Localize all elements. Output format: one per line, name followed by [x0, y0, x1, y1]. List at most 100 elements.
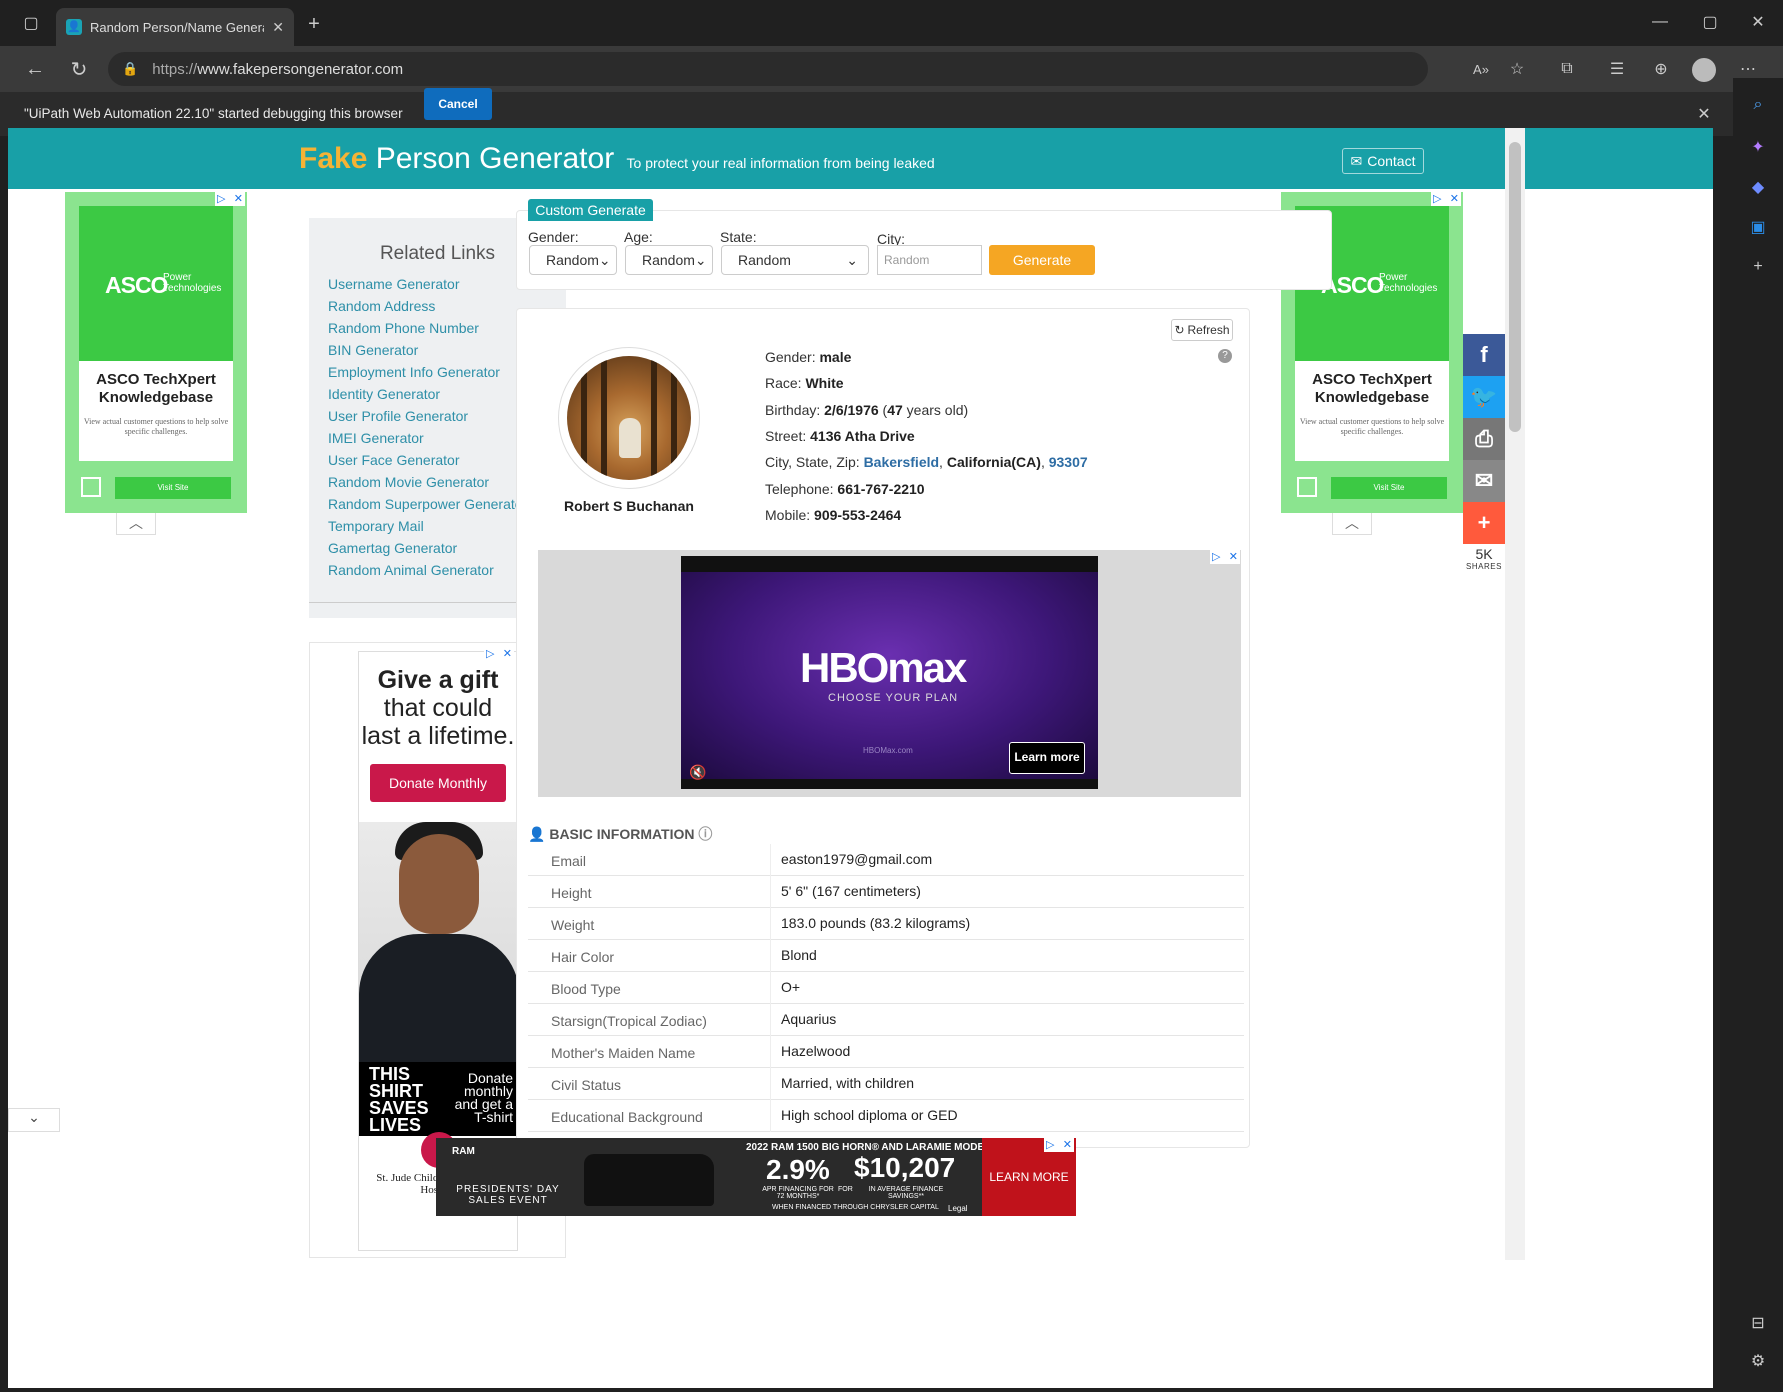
state-select[interactable]: Random ⌄ [721, 245, 869, 275]
tab-actions-icon[interactable]: ▢ [20, 12, 42, 34]
cancel-button[interactable]: Cancel [424, 88, 492, 120]
search-icon[interactable]: ⌕ [1745, 92, 1771, 118]
add-favorite-icon[interactable]: ☆ [1504, 56, 1530, 82]
info-value: O+ [781, 979, 801, 995]
gender-select[interactable]: Random ⌄ [529, 245, 617, 275]
ram-rate: 2.9% [766, 1154, 830, 1185]
gender-value: male [819, 349, 852, 365]
site-logo[interactable]: Fake Person Generator To protect your re… [299, 142, 935, 176]
edge-sidebar: ⌕ ✦ ◆ ▣ + ⊟ ⚙ [1733, 78, 1783, 1392]
outlook-icon[interactable]: ▣ [1745, 214, 1771, 240]
age-label: Age: [624, 229, 653, 245]
age-value: Random [642, 252, 695, 268]
donate-monthly-button[interactable]: Donate Monthly [370, 764, 506, 802]
asco-title: ASCO TechXpert Knowledgebase [1312, 371, 1432, 406]
refresh-label: Refresh [1187, 323, 1230, 337]
asco-ad-left[interactable]: ASCO Power Technologies ASCO TechXpert Kn… [65, 192, 247, 513]
refresh-button[interactable]: ↻ Refresh [1171, 319, 1233, 341]
browser-window: ▢ 👤 Random Person/Name Generator ✕ + — ▢… [0, 0, 1783, 1392]
info-key: Mother's Maiden Name [551, 1045, 696, 1061]
info-value: 183.0 pounds (83.2 kilograms) [781, 915, 971, 931]
generate-button[interactable]: Generate [989, 245, 1095, 275]
back-icon[interactable]: ← [22, 56, 48, 82]
adchoices-icon[interactable]: ▷ ✕ [1431, 192, 1461, 206]
info-row: Height 5' 6" (167 centimeters) [528, 876, 1244, 908]
adchoices-icon[interactable]: ▷ ✕ [1044, 1138, 1074, 1152]
settings-gear-icon[interactable]: ⚙ [1745, 1348, 1771, 1374]
info-row: Civil Status Married, with children [528, 1068, 1244, 1100]
info-key: Hair Color [551, 949, 615, 965]
info-value: easton1979@gmail.com [781, 851, 933, 867]
hbomax-video-ad[interactable]: HBOmax CHOOSE YOUR PLAN HBOMax.com Learn… [681, 556, 1098, 789]
chevron-down-icon: ⌄ [846, 251, 858, 268]
shopping-icon[interactable]: ◆ [1745, 174, 1771, 200]
minimize-icon[interactable]: — [1648, 10, 1672, 34]
learn-more-button[interactable]: Learn more [1009, 742, 1085, 774]
new-tab-icon[interactable]: + [302, 12, 326, 36]
muted-speaker-icon[interactable]: 🔇 [689, 764, 706, 781]
street-value: 4136 Atha Drive [810, 428, 915, 444]
ram-footnote: WHEN FINANCED THROUGH CHRYSLER CAPITAL [772, 1204, 939, 1211]
ram-ad[interactable]: RAM PRESIDENTS' DAY SALES EVENT 2022 RAM… [436, 1138, 1076, 1216]
info-key: Starsign(Tropical Zodiac) [551, 1013, 707, 1029]
email-share-icon[interactable]: ✉ [1463, 460, 1505, 502]
facebook-share-icon[interactable]: f [1463, 334, 1505, 376]
collections-icon[interactable]: ⊕ [1648, 56, 1674, 82]
custom-generate-tab[interactable]: Custom Generate [528, 199, 653, 221]
profile-avatar-icon[interactable] [1692, 58, 1716, 82]
collapse-bottom-ad-icon[interactable]: ⌄ [8, 1108, 60, 1132]
help-icon[interactable]: ⓘ [698, 826, 712, 842]
ram-legal-link[interactable]: Legal [948, 1204, 968, 1213]
ram-savings-sub: IN AVERAGE FINANCE SAVINGS** [868, 1186, 944, 1200]
add-sidebar-icon[interactable]: + [1745, 254, 1771, 280]
close-tab-icon[interactable]: ✕ [272, 19, 284, 36]
print-share-icon[interactable]: ⎙ [1463, 418, 1505, 460]
copilot-icon[interactable]: ✦ [1745, 134, 1771, 160]
city-link[interactable]: Bakersfield [864, 454, 939, 470]
page-scrollbar-thumb[interactable] [1509, 142, 1521, 432]
logo-fake: Fake [299, 142, 368, 175]
twitter-share-icon[interactable]: 🐦 [1463, 376, 1505, 418]
info-row: Blood Type O+ [528, 972, 1244, 1004]
city-input[interactable]: Random [877, 245, 982, 275]
info-row: Mother's Maiden Name Hazelwood [528, 1036, 1244, 1068]
visit-site-button[interactable]: Visit Site [115, 477, 231, 499]
adchoices-icon[interactable]: ▷ ✕ [484, 647, 514, 661]
collapse-ad-icon[interactable]: ︿ [116, 513, 156, 535]
user-icon: 👤 [528, 826, 546, 842]
tab-title: Random Person/Name Generator [90, 19, 264, 35]
truck-image [584, 1154, 714, 1206]
help-icon[interactable]: ? [1218, 349, 1232, 363]
maximize-icon[interactable]: ▢ [1698, 10, 1722, 34]
info-row: Hair Color Blond [528, 940, 1244, 972]
more-share-icon[interactable]: + [1463, 502, 1505, 544]
mobile-value: 909-553-2464 [814, 507, 902, 523]
visit-site-button[interactable]: Visit Site [1331, 477, 1447, 499]
collapse-ad-icon[interactable]: ︿ [1332, 513, 1372, 535]
extensions-icon[interactable]: ⧉ [1554, 56, 1580, 82]
url-field[interactable]: 🔒 https://www.fakepersongenerator.com [108, 52, 1428, 86]
read-aloud-icon[interactable]: A» [1468, 56, 1494, 82]
race-row: Race: White [765, 375, 844, 391]
ram-rate-sub: APR FINANCING FOR 72 MONTHS* [762, 1186, 834, 1200]
basic-info-heading: 👤 BASIC INFORMATION ⓘ [528, 824, 712, 844]
reload-icon[interactable]: ↻ [66, 56, 92, 82]
hide-sidebar-icon[interactable]: ⊟ [1745, 1310, 1771, 1336]
close-window-icon[interactable]: ✕ [1746, 10, 1770, 34]
adchoices-icon[interactable]: ▷ ✕ [1210, 550, 1240, 564]
info-value: High school diploma or GED [781, 1107, 958, 1123]
age-select[interactable]: Random ⌄ [625, 245, 713, 275]
tab-active[interactable]: 👤 Random Person/Name Generator ✕ [56, 8, 294, 46]
face [399, 834, 479, 934]
site-header: Fake Person Generator To protect your re… [8, 128, 1713, 189]
shirt-banner: THIS SHIRT SAVES LIVES Donate monthly an… [359, 1062, 517, 1136]
adchoices-icon[interactable]: ▷ ✕ [215, 192, 245, 206]
column-divider [770, 940, 771, 972]
close-infobar-icon[interactable]: ✕ [1692, 102, 1716, 126]
favorites-icon[interactable]: ☰ [1604, 56, 1630, 82]
city-state-zip-row: City, State, Zip: Bakersfield, Californi… [765, 454, 1088, 470]
zip-link[interactable]: 93307 [1049, 454, 1088, 470]
info-key: Blood Type [551, 981, 621, 997]
hbomax-tagline: CHOOSE YOUR PLAN [828, 692, 959, 704]
contact-button[interactable]: ✉ Contact [1342, 148, 1424, 174]
